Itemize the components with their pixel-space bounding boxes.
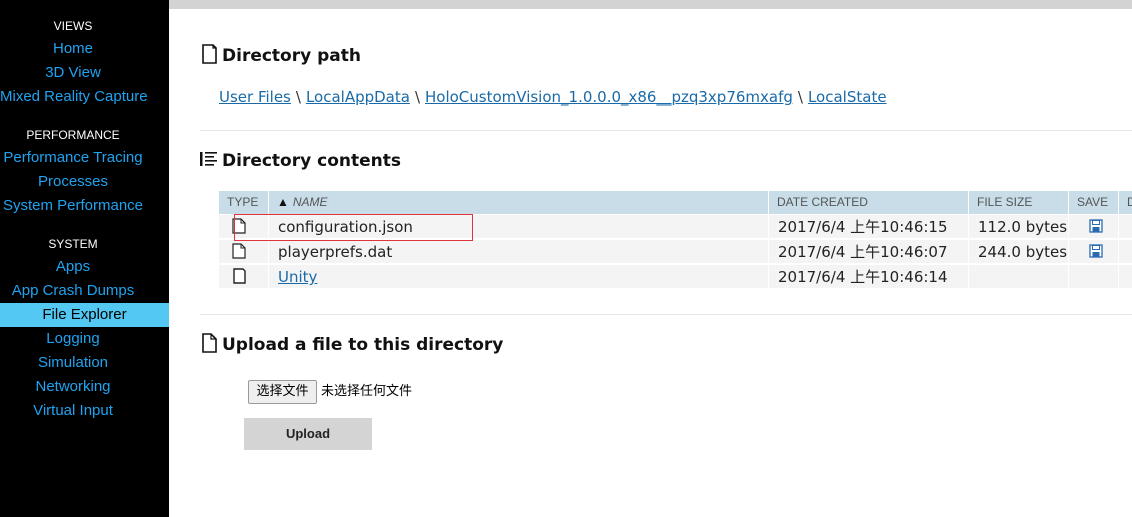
directory-path-heading: Directory path [200, 44, 361, 68]
save-cell [1068, 240, 1118, 264]
file-size: 112.0 bytes [968, 215, 1068, 239]
upload-button[interactable]: Upload [244, 418, 372, 450]
column-save[interactable]: SAVE [1068, 191, 1118, 214]
file-icon [232, 218, 246, 234]
folder-link[interactable]: Unity [278, 268, 317, 286]
file-name[interactable]: configuration.json [268, 215, 768, 239]
sidebar-item-performance-tracing[interactable]: Performance Tracing [0, 146, 146, 170]
save-cell [1068, 265, 1118, 289]
folder-name: Unity [268, 265, 768, 289]
type-cell [219, 240, 268, 264]
sidebar-item-apps[interactable]: Apps [0, 255, 146, 279]
file-table: TYPE ▲ NAME DATE CREATED FILE SIZE SAVE D… [219, 191, 1132, 289]
divider [200, 314, 1132, 315]
crumb-app-package[interactable]: HoloCustomVision_1.0.0.0_x86__pzq3xp76mx… [425, 88, 793, 106]
sidebar-item-networking[interactable]: Networking [0, 375, 146, 399]
breadcrumb: User Files \ LocalAppData \ HoloCustomVision… [219, 86, 887, 108]
column-file-size[interactable]: FILE SIZE [968, 191, 1068, 214]
sidebar-item-logging[interactable]: Logging [0, 327, 146, 351]
sidebar-item-simulation[interactable]: Simulation [0, 351, 146, 375]
column-type[interactable]: TYPE [219, 191, 268, 214]
sidebar-item-processes[interactable]: Processes [0, 170, 146, 194]
sidebar-item-label: File Explorer [42, 306, 127, 323]
directory-contents-heading: Directory contents [200, 149, 401, 173]
table-row[interactable]: playerprefs.dat 2017/6/4 上午10:46:07 244.… [219, 239, 1132, 264]
file-size [968, 265, 1068, 289]
sidebar-item-file-explorer[interactable]: File Explorer [0, 303, 169, 327]
divider [200, 130, 1132, 131]
crumb-user-files[interactable]: User Files [219, 88, 291, 106]
column-name[interactable]: ▲ NAME [268, 191, 768, 214]
choose-file-status: 未选择任何文件 [321, 384, 413, 399]
sidebar-heading-views: VIEWS [53, 19, 93, 33]
delete-cell [1118, 240, 1132, 264]
date-created: 2017/6/4 上午10:46:14 [768, 265, 968, 289]
sidebar-item-3d-view[interactable]: 3D View [0, 61, 146, 85]
file-name[interactable]: playerprefs.dat [268, 240, 768, 264]
folder-icon [202, 44, 217, 64]
table-row[interactable]: Unity 2017/6/4 上午10:46:14 [219, 264, 1132, 289]
directory-contents-title: Directory contents [222, 151, 401, 171]
list-icon [200, 152, 217, 166]
table-row[interactable]: configuration.json 2017/6/4 上午10:46:15 1… [219, 214, 1132, 239]
sidebar-item-app-crash-dumps[interactable]: App Crash Dumps [0, 279, 146, 303]
delete-cell [1118, 265, 1132, 289]
file-size: 244.0 bytes [968, 240, 1068, 264]
save-icon[interactable] [1089, 244, 1103, 258]
crumb-localappdata[interactable]: LocalAppData [306, 88, 410, 106]
type-cell [219, 215, 268, 239]
sort-ascending-icon: ▲ [277, 195, 289, 209]
upload-heading: Upload a file to this directory [200, 333, 503, 357]
column-delete[interactable]: D [1118, 191, 1132, 214]
sidebar-item-home[interactable]: Home [0, 37, 146, 61]
crumb-localstate[interactable]: LocalState [808, 88, 887, 106]
directory-path-title: Directory path [222, 46, 361, 66]
sidebar-item-mixed-reality-capture[interactable]: Mixed Reality Capture [0, 85, 148, 109]
folder-icon [233, 268, 246, 284]
sidebar-item-virtual-input[interactable]: Virtual Input [0, 399, 146, 423]
choose-file-button[interactable]: 选择文件 [248, 380, 317, 404]
column-name-label: NAME [292, 195, 328, 209]
sidebar-item-system-performance[interactable]: System Performance [0, 194, 146, 218]
save-cell [1068, 215, 1118, 239]
file-icon [232, 243, 246, 259]
crumb-separator: \ [295, 88, 301, 106]
date-created: 2017/6/4 上午10:46:15 [768, 215, 968, 239]
sidebar-nav: VIEWS Home 3D View Mixed Reality Capture… [0, 0, 169, 517]
file-icon [202, 333, 217, 353]
crumb-separator: \ [797, 88, 803, 106]
delete-cell [1118, 215, 1132, 239]
save-icon[interactable] [1089, 219, 1103, 233]
date-created: 2017/6/4 上午10:46:07 [768, 240, 968, 264]
table-header: TYPE ▲ NAME DATE CREATED FILE SIZE SAVE D [219, 191, 1132, 214]
upload-title: Upload a file to this directory [222, 335, 504, 355]
crumb-separator: \ [414, 88, 420, 106]
sidebar-heading-system: SYSTEM [48, 237, 98, 251]
sidebar-heading-performance: PERFORMANCE [26, 128, 120, 142]
type-cell [219, 265, 268, 289]
top-bar [169, 0, 1132, 9]
column-date-created[interactable]: DATE CREATED [768, 191, 968, 214]
